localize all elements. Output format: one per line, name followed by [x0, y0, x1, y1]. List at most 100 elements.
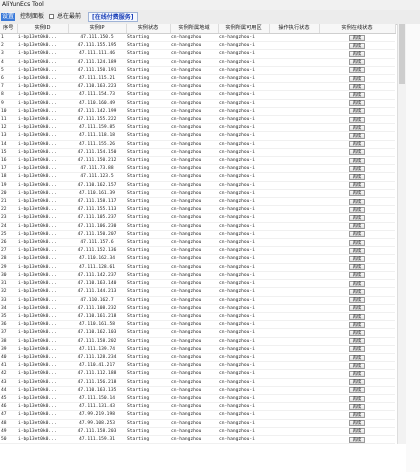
settings-tab[interactable]: 设置 — [1, 13, 16, 21]
renew-button[interactable]: 再续 — [349, 272, 365, 279]
column-header[interactable]: 实例所属地域 — [170, 24, 219, 34]
table-row[interactable]: 14 i-bp13et0k0... 47.111.155.26 Starting cn-… — [0, 140, 395, 149]
renew-button[interactable]: 再续 — [349, 133, 365, 140]
column-header[interactable]: 序号 — [0, 24, 18, 34]
column-header[interactable]: 实例ID — [17, 24, 69, 34]
renew-button[interactable]: 再续 — [349, 329, 365, 336]
column-header[interactable]: 实例在线状态 — [319, 24, 396, 34]
renew-button[interactable]: 再续 — [349, 338, 365, 345]
table-row[interactable]: 28 i-bp13et0k0... 47.110.162.34 Starting cn-… — [0, 254, 395, 264]
table-row[interactable]: 46 i-bp13et0k0... 47.111.131.43 Starting cn-… — [0, 402, 395, 412]
renew-button[interactable]: 再续 — [349, 354, 365, 361]
table-row[interactable]: 35 i-bp13et0k0... 47.110.161.218 Starting cn… — [0, 312, 395, 322]
table-row[interactable]: 48 i-bp13et0k0... 47.99.108.253 Starting cn-… — [0, 419, 395, 428]
renew-button[interactable]: 再续 — [349, 379, 365, 386]
renew-button[interactable]: 再续 — [349, 83, 365, 90]
renew-button[interactable]: 再续 — [349, 231, 365, 238]
table-row[interactable]: 39 i-bp13et0k0... 47.111.139.74 Starting cn-… — [0, 345, 395, 354]
table-row[interactable]: 32 i-bp13et0k0... 47.111.144.213 Starting cn… — [0, 287, 395, 297]
renew-button[interactable]: 再续 — [349, 247, 365, 254]
table-row[interactable]: 47 i-bp13et0k0... 47.99.219.198 Starting cn-… — [0, 410, 395, 420]
table-row[interactable]: 17 i-bp13et0k0... 47.111.73.88 Starting cn-h… — [0, 164, 395, 174]
renew-button[interactable]: 再续 — [349, 297, 365, 304]
renew-button[interactable]: 再续 — [349, 420, 365, 427]
renew-button[interactable]: 再续 — [349, 59, 365, 66]
renew-button[interactable]: 再续 — [349, 215, 365, 222]
renew-button[interactable]: 再续 — [349, 321, 365, 328]
table-row[interactable]: 49 i-bp13et0k0... 47.111.158.203 Starting cn… — [0, 427, 395, 436]
always-on-top-checkbox[interactable] — [49, 14, 54, 19]
renew-button[interactable]: 再续 — [349, 223, 365, 230]
renew-button[interactable]: 再续 — [349, 206, 365, 213]
table-row[interactable]: 33 i-bp13et0k0... 47.110.162.7 Starting cn-h… — [0, 296, 395, 305]
table-row[interactable]: 30 i-bp13et0k0... 47.111.142.237 Starting cn… — [0, 271, 395, 281]
renew-button[interactable]: 再续 — [349, 34, 365, 41]
table-row[interactable]: 11 i-bp13et0k0... 47.111.155.222 Starting cn… — [0, 115, 395, 125]
table-row[interactable]: 1 i-bp13et0k0... 47.111.150.5 Starting cn-ha… — [0, 33, 395, 43]
table-row[interactable]: 20 i-bp13et0k0... 47.110.161.39 Starting cn-… — [0, 189, 395, 199]
renew-button[interactable]: 再续 — [349, 190, 365, 197]
table-row[interactable]: 16 i-bp13et0k0... 47.111.150.212 Starting cn… — [0, 156, 395, 166]
table-row[interactable]: 25 i-bp13et0k0... 47.111.150.207 Starting cn… — [0, 230, 395, 240]
renew-button[interactable]: 再续 — [349, 198, 365, 205]
table-row[interactable]: 44 i-bp13et0k0... 47.110.163.135 Starting cn… — [0, 386, 395, 395]
vertical-scrollbar[interactable] — [397, 24, 406, 444]
table-row[interactable]: 34 i-bp13et0k0... 47.111.108.232 Starting cn… — [0, 304, 395, 313]
renew-button[interactable]: 再续 — [349, 116, 365, 123]
table-row[interactable]: 7 i-bp13et0k0... 47.110.163.223 Starting cn-… — [0, 82, 395, 92]
renew-button[interactable]: 再续 — [349, 42, 365, 49]
table-row[interactable]: 10 i-bp13et0k0... 47.111.142.199 Starting cn… — [0, 107, 395, 117]
renew-button[interactable]: 再续 — [349, 264, 365, 271]
renew-button[interactable]: 再续 — [349, 280, 365, 287]
table-row[interactable]: 4 i-bp13et0k0... 47.111.124.189 Starting cn-… — [0, 58, 395, 67]
renew-button[interactable]: 再续 — [349, 165, 365, 172]
renew-button[interactable]: 再续 — [349, 313, 365, 320]
control-panel-tab[interactable]: 控制面板 — [20, 13, 44, 21]
table-row[interactable]: 31 i-bp13et0k0... 47.110.163.140 Starting cn… — [0, 279, 395, 289]
renew-button[interactable]: 再续 — [349, 256, 365, 263]
online-service-link[interactable]: [在线付费服务] — [88, 12, 138, 22]
renew-button[interactable]: 再续 — [349, 288, 365, 295]
table-row[interactable]: 38 i-bp13et0k0... 47.111.158.202 Starting cn… — [0, 337, 395, 346]
table-row[interactable]: 50 i-bp13et0k0... 47.111.159.31 Starting cn-… — [0, 435, 395, 445]
renew-button[interactable]: 再续 — [349, 387, 365, 394]
renew-button[interactable]: 再续 — [349, 411, 365, 418]
renew-button[interactable]: 再续 — [349, 362, 365, 369]
table-row[interactable]: 6 i-bp13et0k0... 47.111.115.21 Starting cn-h… — [0, 74, 395, 84]
renew-button[interactable]: 再续 — [349, 395, 365, 402]
table-row[interactable]: 26 i-bp13et0k0... 47.111.157.6 Starting cn-h… — [0, 238, 395, 248]
renew-button[interactable]: 再续 — [349, 124, 365, 131]
renew-button[interactable]: 再续 — [349, 370, 365, 377]
renew-button[interactable]: 再续 — [349, 174, 365, 181]
renew-button[interactable]: 再续 — [349, 108, 365, 115]
table-row[interactable]: 12 i-bp13et0k0... 47.111.159.85 Starting cn-… — [0, 123, 395, 133]
table-row[interactable]: 9 i-bp13et0k0... 47.110.160.49 Starting cn-h… — [0, 99, 395, 108]
table-row[interactable]: 3 i-bp13et0k0... 47.111.111.46 Starting cn-h… — [0, 49, 395, 59]
renew-button[interactable]: 再续 — [349, 305, 365, 312]
renew-button[interactable]: 再续 — [349, 182, 365, 189]
table-row[interactable]: 5 i-bp13et0k0... 47.111.150.191 Starting cn-… — [0, 66, 395, 76]
renew-button[interactable]: 再续 — [349, 141, 365, 148]
renew-button[interactable]: 再续 — [349, 157, 365, 164]
table-row[interactable]: 27 i-bp13et0k0... 47.111.152.136 Starting cn… — [0, 246, 395, 256]
table-row[interactable]: 24 i-bp13et0k0... 47.111.106.230 Starting cn… — [0, 222, 395, 231]
table-row[interactable]: 2 i-bp13et0k0... 47.111.155.195 Starting cn-… — [0, 41, 395, 51]
table-row[interactable]: 29 i-bp13et0k0... 47.111.128.61 Starting cn-… — [0, 263, 395, 272]
renew-button[interactable]: 再续 — [349, 92, 365, 99]
table-row[interactable]: 21 i-bp13et0k0... 47.111.158.117 Starting cn… — [0, 197, 395, 207]
renew-button[interactable]: 再续 — [349, 239, 365, 246]
table-row[interactable]: 43 i-bp13et0k0... 47.111.156.218 Starting cn… — [0, 378, 395, 387]
table-row[interactable]: 42 i-bp13et0k0... 47.111.112.188 Starting cn… — [0, 369, 395, 379]
renew-button[interactable]: 再续 — [349, 149, 365, 156]
renew-button[interactable]: 再续 — [349, 346, 365, 353]
table-row[interactable]: 37 i-bp13et0k0... 47.110.162.103 Starting cn… — [0, 328, 395, 338]
renew-button[interactable]: 再续 — [349, 403, 365, 410]
renew-button[interactable]: 再续 — [349, 436, 365, 443]
table-row[interactable]: 22 i-bp13et0k0... 47.111.155.113 Starting cn… — [0, 205, 395, 215]
column-header[interactable]: 实例所属可用区 — [218, 24, 270, 34]
table-row[interactable]: 13 i-bp13et0k0... 47.111.118.18 Starting cn-… — [0, 131, 395, 141]
table-row[interactable]: 19 i-bp13et0k0... 47.110.162.157 Starting cn… — [0, 181, 395, 190]
table-row[interactable]: 15 i-bp13et0k0... 47.111.154.150 Starting cn… — [0, 148, 395, 158]
renew-button[interactable]: 再续 — [349, 100, 365, 107]
table-row[interactable]: 23 i-bp13et0k0... 47.111.105.237 Starting cn… — [0, 213, 395, 223]
